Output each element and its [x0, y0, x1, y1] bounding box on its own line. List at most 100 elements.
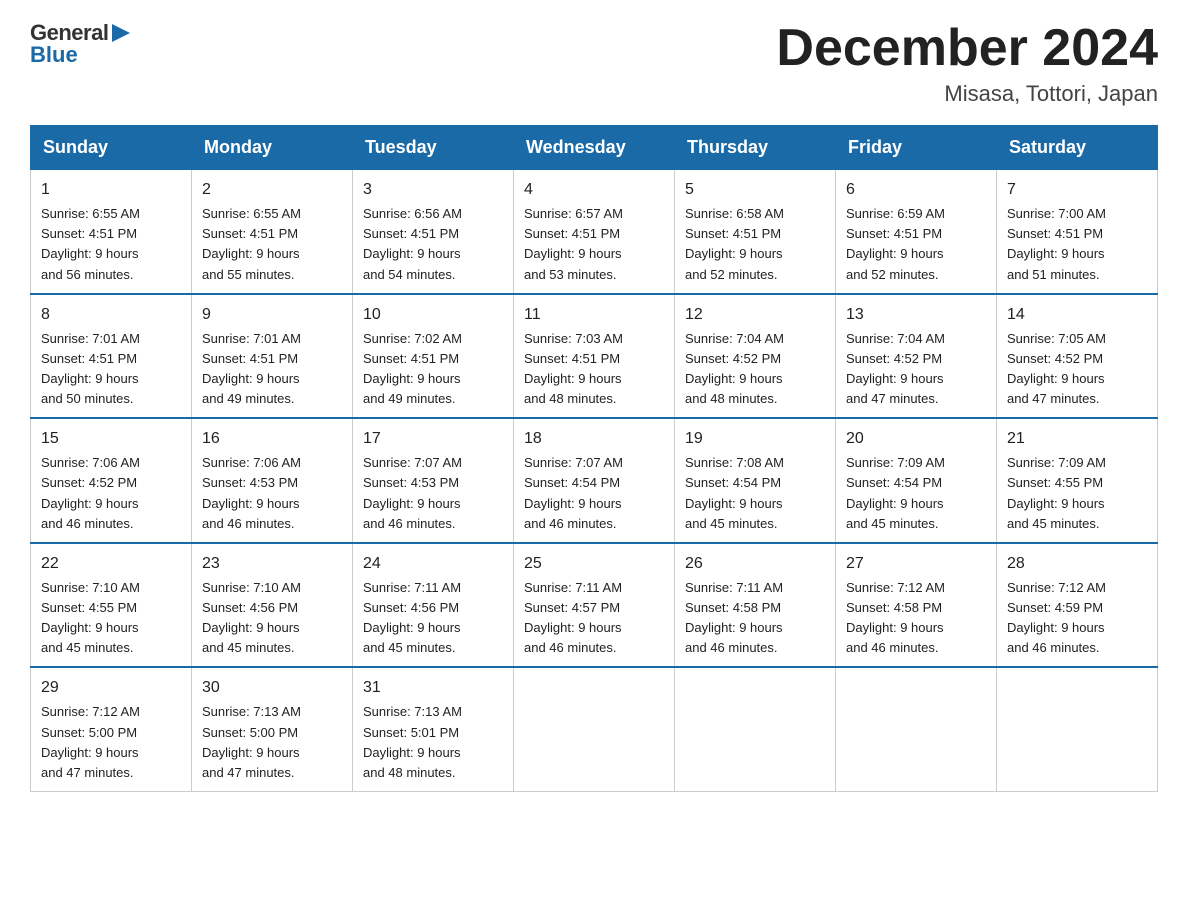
calendar-cell: 24 Sunrise: 7:11 AMSunset: 4:56 PMDaylig… — [353, 543, 514, 668]
day-number: 15 — [41, 427, 181, 451]
cell-info: Sunrise: 7:06 AMSunset: 4:53 PMDaylight:… — [202, 453, 342, 534]
cell-info: Sunrise: 7:08 AMSunset: 4:54 PMDaylight:… — [685, 453, 825, 534]
cell-info: Sunrise: 6:58 AMSunset: 4:51 PMDaylight:… — [685, 204, 825, 285]
calendar-cell: 25 Sunrise: 7:11 AMSunset: 4:57 PMDaylig… — [514, 543, 675, 668]
logo: General Blue — [30, 20, 132, 68]
logo-arrow-icon — [110, 22, 132, 44]
calendar-cell: 13 Sunrise: 7:04 AMSunset: 4:52 PMDaylig… — [836, 294, 997, 419]
day-header-tuesday: Tuesday — [353, 126, 514, 169]
day-number: 24 — [363, 552, 503, 576]
cell-info: Sunrise: 7:13 AMSunset: 5:01 PMDaylight:… — [363, 702, 503, 783]
location-text: Misasa, Tottori, Japan — [776, 81, 1158, 107]
cell-info: Sunrise: 7:10 AMSunset: 4:56 PMDaylight:… — [202, 578, 342, 659]
week-row-2: 8 Sunrise: 7:01 AMSunset: 4:51 PMDayligh… — [31, 294, 1158, 419]
cell-info: Sunrise: 7:07 AMSunset: 4:53 PMDaylight:… — [363, 453, 503, 534]
cell-info: Sunrise: 6:55 AMSunset: 4:51 PMDaylight:… — [202, 204, 342, 285]
calendar-cell — [997, 667, 1158, 791]
calendar-cell: 23 Sunrise: 7:10 AMSunset: 4:56 PMDaylig… — [192, 543, 353, 668]
calendar-cell: 29 Sunrise: 7:12 AMSunset: 5:00 PMDaylig… — [31, 667, 192, 791]
calendar-header-row: SundayMondayTuesdayWednesdayThursdayFrid… — [31, 126, 1158, 169]
cell-info: Sunrise: 7:12 AMSunset: 4:58 PMDaylight:… — [846, 578, 986, 659]
day-number: 17 — [363, 427, 503, 451]
cell-info: Sunrise: 7:11 AMSunset: 4:58 PMDaylight:… — [685, 578, 825, 659]
day-number: 13 — [846, 303, 986, 327]
day-number: 19 — [685, 427, 825, 451]
day-number: 29 — [41, 676, 181, 700]
cell-info: Sunrise: 7:09 AMSunset: 4:54 PMDaylight:… — [846, 453, 986, 534]
calendar-cell: 1 Sunrise: 6:55 AMSunset: 4:51 PMDayligh… — [31, 169, 192, 294]
cell-info: Sunrise: 7:06 AMSunset: 4:52 PMDaylight:… — [41, 453, 181, 534]
day-number: 31 — [363, 676, 503, 700]
day-number: 2 — [202, 178, 342, 202]
calendar-cell: 17 Sunrise: 7:07 AMSunset: 4:53 PMDaylig… — [353, 418, 514, 543]
day-number: 9 — [202, 303, 342, 327]
calendar-cell: 11 Sunrise: 7:03 AMSunset: 4:51 PMDaylig… — [514, 294, 675, 419]
calendar-cell: 3 Sunrise: 6:56 AMSunset: 4:51 PMDayligh… — [353, 169, 514, 294]
calendar-cell: 12 Sunrise: 7:04 AMSunset: 4:52 PMDaylig… — [675, 294, 836, 419]
cell-info: Sunrise: 7:04 AMSunset: 4:52 PMDaylight:… — [685, 329, 825, 410]
cell-info: Sunrise: 7:03 AMSunset: 4:51 PMDaylight:… — [524, 329, 664, 410]
calendar-cell: 7 Sunrise: 7:00 AMSunset: 4:51 PMDayligh… — [997, 169, 1158, 294]
cell-info: Sunrise: 6:55 AMSunset: 4:51 PMDaylight:… — [41, 204, 181, 285]
day-number: 3 — [363, 178, 503, 202]
cell-info: Sunrise: 7:02 AMSunset: 4:51 PMDaylight:… — [363, 329, 503, 410]
cell-info: Sunrise: 7:05 AMSunset: 4:52 PMDaylight:… — [1007, 329, 1147, 410]
calendar-cell: 14 Sunrise: 7:05 AMSunset: 4:52 PMDaylig… — [997, 294, 1158, 419]
calendar-cell: 22 Sunrise: 7:10 AMSunset: 4:55 PMDaylig… — [31, 543, 192, 668]
day-number: 21 — [1007, 427, 1147, 451]
calendar-cell: 15 Sunrise: 7:06 AMSunset: 4:52 PMDaylig… — [31, 418, 192, 543]
day-number: 10 — [363, 303, 503, 327]
day-number: 5 — [685, 178, 825, 202]
day-number: 22 — [41, 552, 181, 576]
cell-info: Sunrise: 7:07 AMSunset: 4:54 PMDaylight:… — [524, 453, 664, 534]
day-number: 28 — [1007, 552, 1147, 576]
day-number: 30 — [202, 676, 342, 700]
calendar-cell: 26 Sunrise: 7:11 AMSunset: 4:58 PMDaylig… — [675, 543, 836, 668]
cell-info: Sunrise: 7:01 AMSunset: 4:51 PMDaylight:… — [202, 329, 342, 410]
cell-info: Sunrise: 7:11 AMSunset: 4:56 PMDaylight:… — [363, 578, 503, 659]
week-row-4: 22 Sunrise: 7:10 AMSunset: 4:55 PMDaylig… — [31, 543, 1158, 668]
day-number: 4 — [524, 178, 664, 202]
cell-info: Sunrise: 7:11 AMSunset: 4:57 PMDaylight:… — [524, 578, 664, 659]
calendar-cell: 10 Sunrise: 7:02 AMSunset: 4:51 PMDaylig… — [353, 294, 514, 419]
calendar-cell: 31 Sunrise: 7:13 AMSunset: 5:01 PMDaylig… — [353, 667, 514, 791]
week-row-1: 1 Sunrise: 6:55 AMSunset: 4:51 PMDayligh… — [31, 169, 1158, 294]
cell-info: Sunrise: 7:13 AMSunset: 5:00 PMDaylight:… — [202, 702, 342, 783]
calendar-cell: 19 Sunrise: 7:08 AMSunset: 4:54 PMDaylig… — [675, 418, 836, 543]
cell-info: Sunrise: 6:59 AMSunset: 4:51 PMDaylight:… — [846, 204, 986, 285]
day-number: 1 — [41, 178, 181, 202]
day-header-sunday: Sunday — [31, 126, 192, 169]
calendar-cell — [514, 667, 675, 791]
cell-info: Sunrise: 6:57 AMSunset: 4:51 PMDaylight:… — [524, 204, 664, 285]
day-header-friday: Friday — [836, 126, 997, 169]
day-number: 16 — [202, 427, 342, 451]
calendar-cell: 16 Sunrise: 7:06 AMSunset: 4:53 PMDaylig… — [192, 418, 353, 543]
day-header-monday: Monday — [192, 126, 353, 169]
cell-info: Sunrise: 7:09 AMSunset: 4:55 PMDaylight:… — [1007, 453, 1147, 534]
day-number: 26 — [685, 552, 825, 576]
cell-info: Sunrise: 7:10 AMSunset: 4:55 PMDaylight:… — [41, 578, 181, 659]
calendar-cell: 5 Sunrise: 6:58 AMSunset: 4:51 PMDayligh… — [675, 169, 836, 294]
day-number: 27 — [846, 552, 986, 576]
calendar-cell: 6 Sunrise: 6:59 AMSunset: 4:51 PMDayligh… — [836, 169, 997, 294]
day-header-thursday: Thursday — [675, 126, 836, 169]
day-number: 12 — [685, 303, 825, 327]
calendar-cell: 8 Sunrise: 7:01 AMSunset: 4:51 PMDayligh… — [31, 294, 192, 419]
cell-info: Sunrise: 7:12 AMSunset: 5:00 PMDaylight:… — [41, 702, 181, 783]
calendar-cell: 27 Sunrise: 7:12 AMSunset: 4:58 PMDaylig… — [836, 543, 997, 668]
cell-info: Sunrise: 7:04 AMSunset: 4:52 PMDaylight:… — [846, 329, 986, 410]
cell-info: Sunrise: 7:01 AMSunset: 4:51 PMDaylight:… — [41, 329, 181, 410]
day-number: 6 — [846, 178, 986, 202]
day-number: 18 — [524, 427, 664, 451]
day-number: 11 — [524, 303, 664, 327]
day-number: 23 — [202, 552, 342, 576]
calendar-cell: 20 Sunrise: 7:09 AMSunset: 4:54 PMDaylig… — [836, 418, 997, 543]
day-number: 20 — [846, 427, 986, 451]
calendar-cell: 21 Sunrise: 7:09 AMSunset: 4:55 PMDaylig… — [997, 418, 1158, 543]
page-header: General Blue December 2024 Misasa, Totto… — [30, 20, 1158, 107]
calendar-cell — [836, 667, 997, 791]
day-number: 7 — [1007, 178, 1147, 202]
calendar-cell: 18 Sunrise: 7:07 AMSunset: 4:54 PMDaylig… — [514, 418, 675, 543]
title-section: December 2024 Misasa, Tottori, Japan — [776, 20, 1158, 107]
month-title: December 2024 — [776, 20, 1158, 77]
